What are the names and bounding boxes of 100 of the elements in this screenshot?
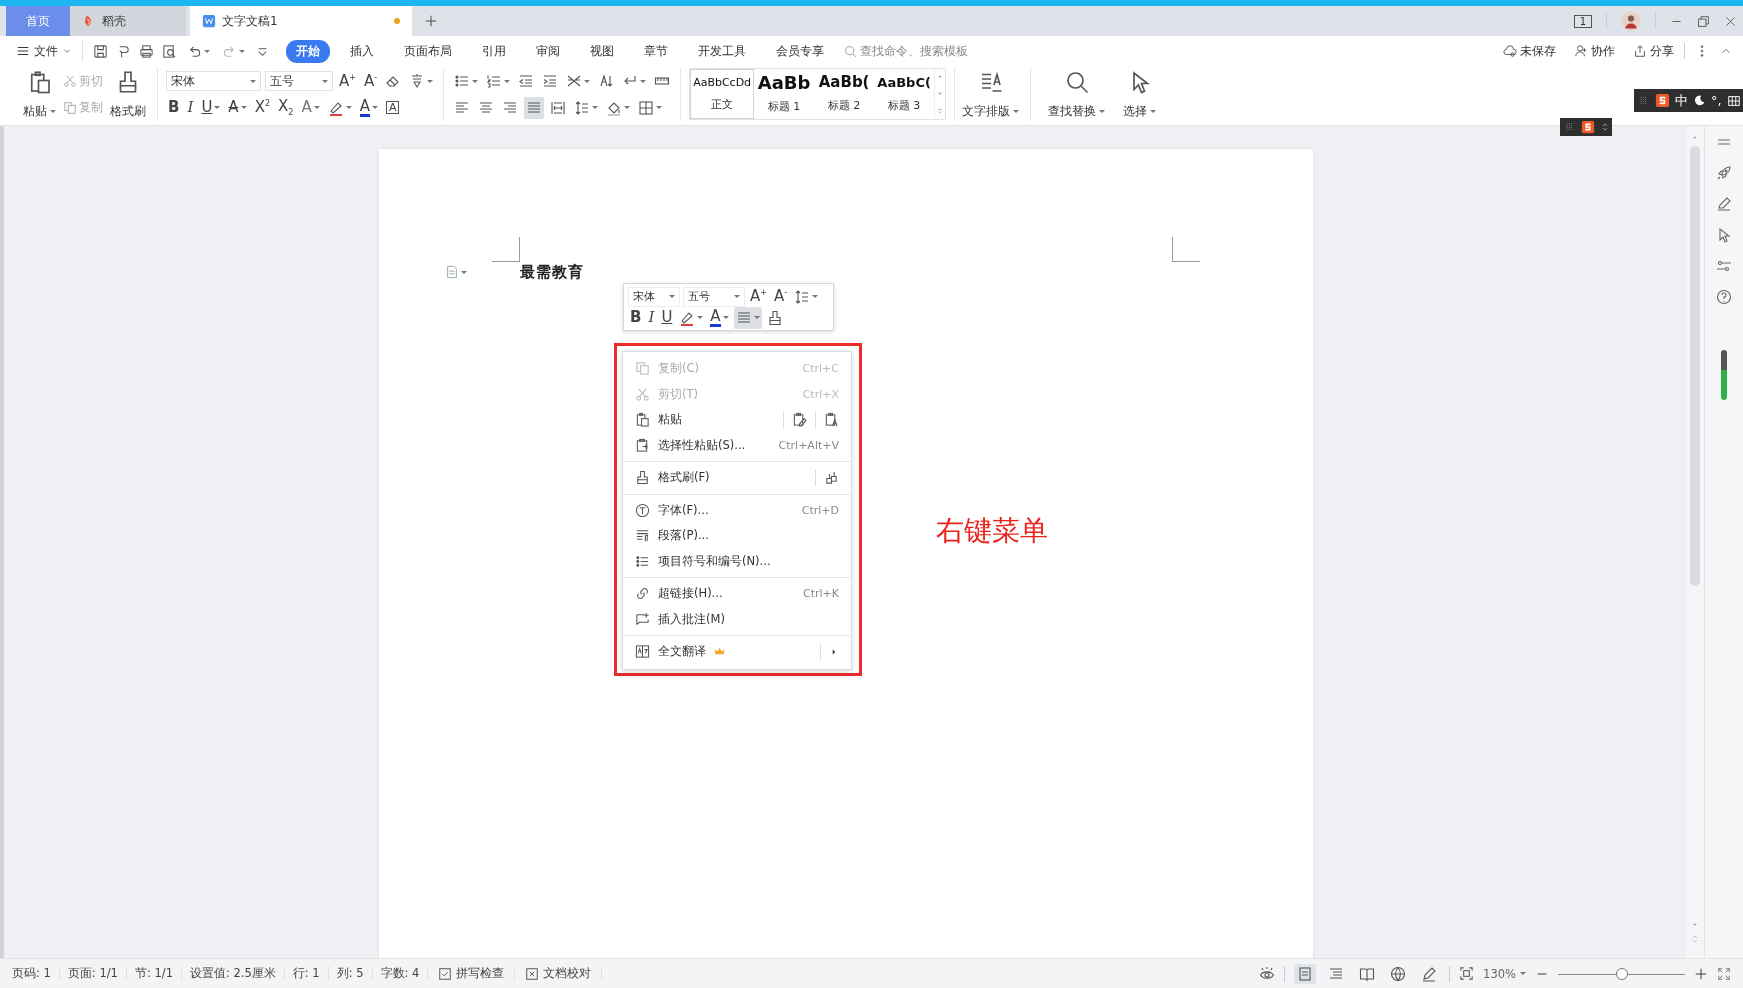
expand-icon[interactable]	[1600, 122, 1610, 132]
search-icon	[1064, 70, 1089, 94]
input-mode-toggle[interactable]: 中	[1675, 91, 1688, 110]
style-gallery-item[interactable]: AaBb( 标题 2	[814, 69, 875, 119]
menu-item[interactable]: 全文翻译	[623, 639, 851, 665]
restore-icon[interactable]	[1697, 14, 1710, 28]
strikethrough-button[interactable]: A	[226, 96, 249, 119]
ribbon-tab[interactable]: 引用	[472, 39, 516, 63]
grow-font-button[interactable]: A$^{+}$	[748, 285, 769, 308]
menu-item[interactable]: 粘贴	[623, 407, 851, 433]
font-size-select[interactable]: 五号	[683, 286, 745, 307]
close-icon[interactable]	[1724, 14, 1737, 28]
scrollbar-thumb[interactable]	[1690, 146, 1700, 586]
ime-logo-icon[interactable]	[1581, 120, 1595, 134]
line-spacing-icon	[574, 99, 591, 116]
ribbon-button[interactable]: 文字排版	[959, 68, 1023, 121]
style-gallery-item[interactable]: AaBbC( 标题 3	[874, 69, 935, 119]
bold-button[interactable]: B	[628, 306, 644, 329]
style-gallery-item[interactable]: AaBb 标题 1	[754, 69, 815, 119]
font-size-select[interactable]: 五号	[265, 71, 333, 92]
font-color-button[interactable]: A	[708, 306, 731, 329]
paste-button[interactable]: 粘贴	[20, 68, 59, 121]
zoom-dropdown[interactable]: 130%	[1483, 966, 1526, 981]
indent-icon	[542, 73, 559, 90]
menu-item[interactable]: 项目符号和编号(N)...	[623, 548, 851, 574]
bold-button[interactable]: B	[166, 96, 182, 119]
ribbon-tab[interactable]: 页面布局	[394, 39, 462, 63]
ime-logo-icon[interactable]	[1655, 93, 1670, 108]
eye-icon[interactable]	[1259, 965, 1276, 982]
font-select[interactable]: 宋体	[628, 286, 680, 307]
clipboard-pen-icon[interactable]	[792, 412, 807, 428]
avatar-icon[interactable]	[1621, 11, 1641, 31]
underline-button[interactable]: U	[199, 96, 223, 119]
ribbon-button[interactable]: 选择	[1120, 68, 1160, 121]
tab[interactable]: 文字文稿1	[190, 6, 412, 36]
zoom-slider[interactable]	[1558, 967, 1685, 980]
ribbon-tab[interactable]: 开始	[286, 39, 330, 63]
help-icon[interactable]	[1716, 289, 1732, 305]
text-effect-button[interactable]: A	[299, 96, 322, 119]
italic-button[interactable]: I	[185, 96, 196, 119]
ribbon-tab[interactable]: 审阅	[526, 39, 570, 63]
status-text: 行: 1	[284, 966, 329, 981]
shortcut-text: Ctrl+K	[803, 587, 839, 601]
toolbar-link[interactable]: 分享	[1633, 42, 1674, 60]
moon-icon[interactable]	[1693, 94, 1706, 107]
format-painter-button[interactable]: 格式刷	[107, 68, 149, 121]
menu-item[interactable]: 格式刷(F)	[623, 465, 851, 491]
print-preview-icon[interactable]	[162, 43, 177, 59]
grow-font-button[interactable]: A$^{+}$	[337, 70, 358, 93]
fit-page-icon[interactable]	[1459, 966, 1475, 981]
outdent-icon	[518, 73, 535, 90]
search-field[interactable]: 查找命令、搜索模板	[844, 44, 974, 58]
justify-button[interactable]	[524, 96, 545, 119]
font-color-button[interactable]: A	[357, 96, 380, 119]
toolbar-link[interactable]: 协作	[1574, 42, 1615, 60]
menu-item[interactable]: 字体(F)... Ctrl+D	[623, 497, 851, 523]
ribbon-tab[interactable]: 开发工具	[688, 39, 756, 63]
window-count-badge[interactable]: 1	[1574, 14, 1592, 28]
brushes-icon[interactable]	[824, 470, 839, 486]
status-button[interactable]: 文档校对	[515, 966, 603, 981]
punctuation-toggle[interactable]: °,	[1711, 93, 1722, 108]
subscript-button[interactable]: X$_{2}$	[276, 96, 296, 119]
cloud-icon	[1503, 44, 1517, 58]
fullscreen-icon[interactable]	[1717, 966, 1731, 981]
keyboard-icon[interactable]	[1726, 93, 1741, 108]
style-gallery-item[interactable]: AaBbCcDd 正文	[690, 69, 755, 119]
slider-thumb[interactable]	[1615, 967, 1628, 980]
status-button[interactable]: 拼写检查	[428, 966, 516, 981]
menu-item[interactable]: 段落(P)...	[623, 523, 851, 549]
character-border-button[interactable]: A	[383, 96, 402, 119]
italic-button[interactable]: I	[646, 306, 657, 329]
underline-button[interactable]: U	[659, 306, 675, 329]
align-right-icon	[502, 99, 519, 116]
print-icon[interactable]	[139, 43, 154, 59]
superscript-button[interactable]: X$^{2}$	[252, 96, 272, 119]
rocket-icon[interactable]	[1716, 165, 1732, 181]
ribbon-tab[interactable]: 章节	[634, 39, 678, 63]
menu-item[interactable]: 超链接(H)... Ctrl+K	[623, 581, 851, 607]
ribbon-tab[interactable]: 插入	[340, 39, 384, 63]
toolbar-link[interactable]: 未保存	[1503, 42, 1556, 60]
ribbon-button[interactable]: 查找替换	[1045, 68, 1109, 121]
annotation-text: 右键菜单	[936, 513, 1048, 549]
ribbon-tab[interactable]: 会员专享	[766, 39, 834, 63]
new-tab-icon[interactable]	[424, 14, 438, 28]
cursor-icon[interactable]	[1716, 227, 1732, 243]
shrink-font-button[interactable]: A$^{-}$	[361, 70, 380, 93]
pencil-icon[interactable]	[1716, 196, 1732, 212]
menu-item[interactable]: 插入批注(M)	[623, 606, 851, 632]
sliders-icon[interactable]	[1716, 258, 1732, 274]
file-menu[interactable]: 文件	[16, 42, 72, 60]
zoom-in-icon[interactable]	[1694, 966, 1708, 981]
menu-item[interactable]: 选择性粘贴(S)... Ctrl+Alt+V	[623, 432, 851, 458]
checkbox-icon	[438, 966, 453, 981]
clipboard-text-icon[interactable]	[824, 412, 839, 428]
ribbon-tab[interactable]: 视图	[580, 39, 624, 63]
tab[interactable]: 稻壳	[70, 6, 186, 36]
shrink-font-button[interactable]: A$^{-}$	[771, 285, 790, 308]
save-icon[interactable]	[93, 43, 108, 59]
page-view-icon[interactable]	[1294, 963, 1317, 984]
font-select[interactable]: 宋体	[166, 71, 261, 92]
